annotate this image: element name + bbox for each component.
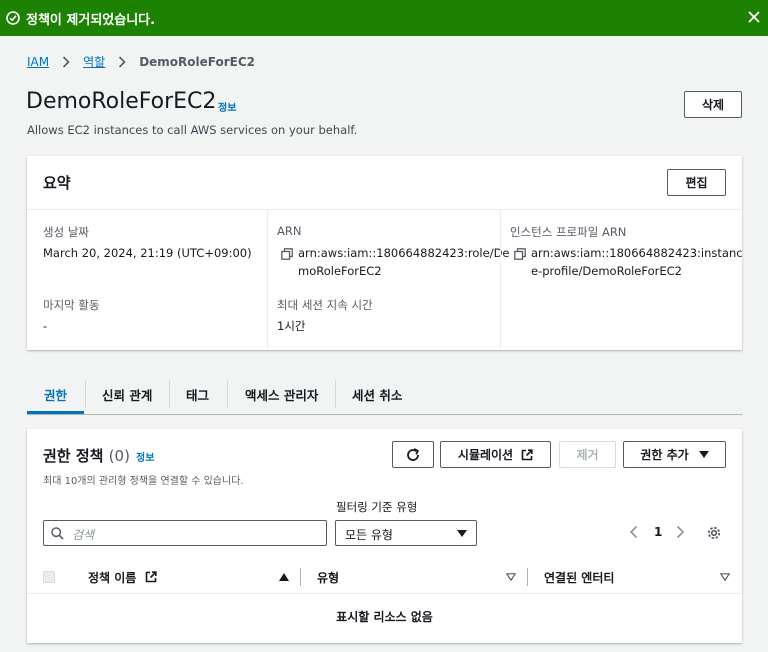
sort-icon[interactable] xyxy=(720,573,730,581)
remove-button[interactable]: 제거 xyxy=(559,441,616,468)
instance-profile-value-line2: e-profile/DemoRoleForEC2 xyxy=(531,264,682,278)
copy-icon[interactable] xyxy=(514,248,526,260)
previous-page-icon[interactable] xyxy=(628,525,640,539)
caret-down-icon xyxy=(698,451,709,458)
policies-title-text: 권한 정책 xyxy=(43,447,104,465)
column-divider xyxy=(300,568,301,586)
tab-tags[interactable]: 태그 xyxy=(186,374,209,414)
summary-col-arn: ARN arn:aws:iam::180664882423:role/De mo… xyxy=(267,210,510,350)
next-page-icon[interactable] xyxy=(674,525,686,539)
created-value: March 20, 2024, 21:19 (UTC+09:00) xyxy=(43,246,252,260)
chevron-right-icon xyxy=(63,55,70,68)
external-link-icon xyxy=(145,571,157,583)
add-permissions-button[interactable]: 권한 추가 xyxy=(623,441,726,468)
column-policy-name-label: 정책 이름 xyxy=(88,571,137,585)
policies-info-link[interactable]: 정보 xyxy=(136,449,154,464)
add-permissions-label: 권한 추가 xyxy=(640,448,689,462)
last-activity-value: - xyxy=(43,319,48,333)
arn-value-line1: arn:aws:iam::180664882423:role/De xyxy=(298,246,510,260)
role-description: Allows EC2 instances to call AWS service… xyxy=(27,123,358,137)
column-type[interactable]: 유형 xyxy=(317,569,339,586)
refresh-button[interactable] xyxy=(392,441,434,468)
tab-access-advisor[interactable]: 액세스 관리자 xyxy=(245,374,318,414)
summary-title: 요약 xyxy=(43,174,71,192)
active-tab-indicator xyxy=(27,411,84,414)
tab-permissions[interactable]: 권한 xyxy=(44,374,67,414)
select-all-checkbox[interactable] xyxy=(43,571,55,583)
external-link-icon xyxy=(521,448,533,460)
breadcrumb-roles-link[interactable]: 역할 xyxy=(83,53,105,70)
tab-divider xyxy=(227,380,228,408)
tab-trust-relationships[interactable]: 신뢰 관계 xyxy=(102,374,152,414)
page-number[interactable]: 1 xyxy=(654,525,662,539)
max-session-label: 최대 세션 지속 시간 xyxy=(277,298,373,312)
max-session-value: 1시간 xyxy=(277,319,306,333)
breadcrumb: IAM 역할 DemoRoleForEC2 xyxy=(27,53,255,70)
close-icon[interactable] xyxy=(746,9,762,25)
policy-type-value: 모든 유형 xyxy=(345,528,393,542)
policy-search-input[interactable]: 검색 xyxy=(43,520,327,546)
page-title: DemoRoleForEC2 xyxy=(26,89,217,114)
edit-button[interactable]: 편집 xyxy=(667,169,726,196)
refresh-icon xyxy=(407,447,419,461)
title-info-link[interactable]: 정보 xyxy=(218,99,236,114)
policies-title: 권한 정책 (0) xyxy=(43,445,130,466)
arn-value-line2: moRoleForEC2 xyxy=(298,264,382,278)
arn-label: ARN xyxy=(277,224,302,238)
policies-table-header: 정책 이름 유형 연결된 엔터티 xyxy=(27,560,742,594)
sort-ascending-icon[interactable] xyxy=(279,573,289,581)
created-label: 생성 날짜 xyxy=(43,225,89,239)
tab-revoke-sessions[interactable]: 세션 취소 xyxy=(352,374,402,414)
tab-divider xyxy=(335,380,336,408)
role-tabs: 권한 신뢰 관계 태그 액세스 관리자 세션 취소 xyxy=(27,374,742,415)
sort-icon[interactable] xyxy=(506,573,516,581)
search-icon xyxy=(51,527,64,540)
instance-profile-value-line1: arn:aws:iam::180664882423:instanc xyxy=(531,246,743,260)
gear-icon[interactable] xyxy=(706,525,722,541)
flash-message: 정책이 제거되었습니다. xyxy=(26,13,156,28)
summary-col-profile: 인스턴스 프로파일 ARN arn:aws:iam::180664882423:… xyxy=(500,210,743,350)
last-activity-label: 마지막 활동 xyxy=(43,298,100,312)
search-placeholder: 검색 xyxy=(72,528,95,542)
chevron-right-icon xyxy=(119,55,126,68)
delete-button[interactable]: 삭제 xyxy=(684,91,742,118)
empty-state-message: 표시할 리소스 없음 xyxy=(336,610,433,624)
summary-header: 요약 편집 xyxy=(27,156,742,210)
tab-divider xyxy=(85,380,86,408)
filter-type-label: 필터링 기준 유형 xyxy=(336,500,418,514)
breadcrumb-current: DemoRoleForEC2 xyxy=(139,54,256,69)
summary-panel: 요약 편집 생성 날짜 March 20, 2024, 21:19 (UTC+0… xyxy=(27,156,743,350)
simulate-button[interactable]: 시뮬레이션 xyxy=(440,441,551,468)
summary-col-dates: 생성 날짜 March 20, 2024, 21:19 (UTC+09:00) … xyxy=(27,210,267,350)
policy-type-select[interactable]: 모든 유형 xyxy=(335,520,477,546)
permissions-policies-panel: 권한 정책 (0) 정보 최대 10개의 관리형 정책을 연결할 수 있습니다.… xyxy=(27,429,742,643)
copy-icon[interactable] xyxy=(281,248,293,260)
column-policy-name[interactable]: 정책 이름 xyxy=(88,569,157,586)
column-attached-entities[interactable]: 연결된 엔터티 xyxy=(544,569,614,586)
policies-description: 최대 10개의 관리형 정책을 연결할 수 있습니다. xyxy=(43,476,244,487)
column-divider xyxy=(527,568,528,586)
caret-down-icon xyxy=(457,530,467,537)
policies-count: (0) xyxy=(108,447,130,465)
check-circle-icon xyxy=(6,11,20,25)
breadcrumb-iam-link[interactable]: IAM xyxy=(27,55,49,69)
instance-profile-label: 인스턴스 프로파일 ARN xyxy=(510,225,627,239)
tab-divider xyxy=(169,380,170,408)
success-flash-bar: 정책이 제거되었습니다. xyxy=(0,0,768,36)
simulate-label: 시뮬레이션 xyxy=(457,448,514,462)
